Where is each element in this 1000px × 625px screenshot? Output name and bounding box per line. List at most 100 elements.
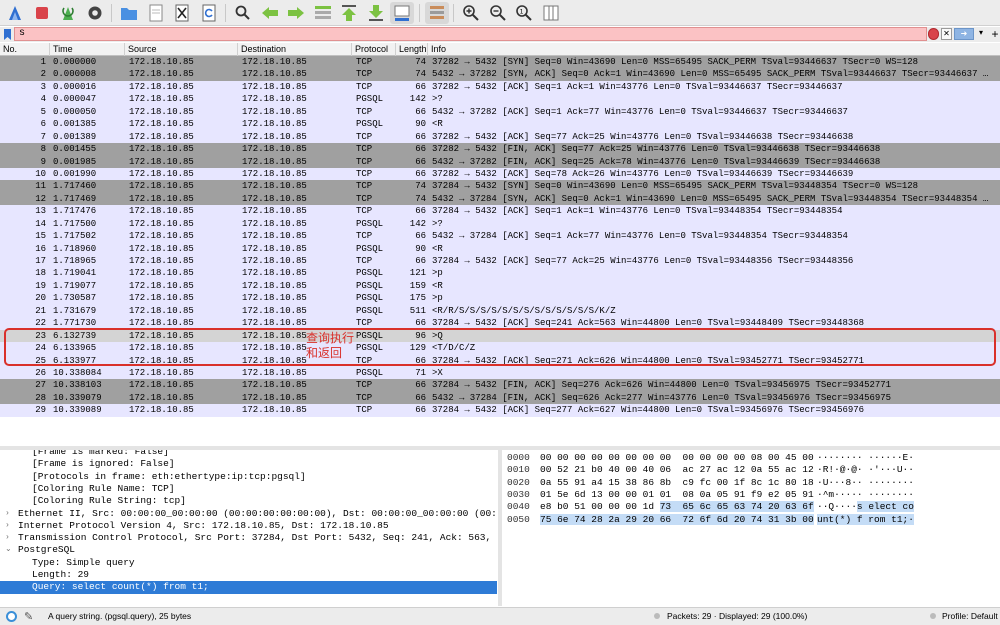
profile-label[interactable]: Profile: Default — [942, 608, 998, 625]
zoom-in-icon[interactable] — [459, 2, 483, 24]
column-header-no[interactable]: No. — [0, 43, 50, 56]
ascii-plain: ··Q···· — [817, 501, 857, 513]
go-to-packet-icon[interactable] — [311, 2, 335, 24]
detail-tree-item[interactable]: › Transmission Control Protocol, Src Port… — [0, 532, 497, 544]
annotation-label: 查询执行和返回 — [306, 331, 355, 360]
packet-protocol: TCP — [356, 81, 373, 92]
expand-arrow-icon[interactable]: › — [5, 532, 10, 544]
hex-row[interactable]: 0030 01 5e 6d 13 00 00 01 01 08 0a 05 91 … — [502, 489, 1000, 501]
bookmark-icon[interactable] — [0, 28, 14, 42]
detail-tree-item[interactable]: [Coloring Rule Name: TCP] — [0, 483, 497, 495]
column-header-length[interactable]: Length — [396, 43, 428, 56]
stop-square-icon[interactable] — [30, 2, 54, 24]
detail-tree-item[interactable]: ⌄ PostgreSQL — [0, 544, 497, 556]
colorize-icon[interactable] — [424, 1, 449, 24]
restart-capture-icon[interactable] — [56, 2, 80, 24]
packet-list[interactable]: No. Time Source Destination Protocol Len… — [0, 43, 1000, 435]
packet-row[interactable]: 2 0.000008 172.18.10.85 172.18.10.85 TCP 74 54… — [0, 68, 1000, 81]
detail-tree-item[interactable]: › Internet Protocol Version 4, Src: 172.1… — [0, 520, 497, 532]
packet-time: 1.719041 — [53, 268, 97, 279]
packet-row[interactable]: 11 1.717460 172.18.10.85 172.18.10.85 TCP 74 3… — [0, 180, 1000, 193]
packet-row[interactable]: 10 0.001990 172.18.10.85 172.18.10.85 TCP 66 3… — [0, 167, 1000, 181]
packet-row[interactable]: 19 1.719077 172.18.10.85 172.18.10.85 PGSQL 1… — [0, 279, 1000, 293]
apply-filter-arrow-icon[interactable]: ➜ — [954, 28, 974, 40]
packet-length: 66 — [415, 256, 426, 266]
packet-row[interactable]: 21 1.731679 172.18.10.85 172.18.10.85 PGSQL 5… — [0, 304, 1000, 318]
packet-row[interactable]: 9 0.001985 172.18.10.85 172.18.10.85 TCP 66 54… — [0, 155, 1000, 168]
save-file-icon[interactable] — [144, 2, 168, 24]
packet-row[interactable]: 26 10.338084 172.18.10.85 172.18.10.85 PGSQL… — [0, 366, 1000, 380]
column-header-protocol[interactable]: Protocol — [352, 43, 396, 56]
hex-row[interactable]: 0010 00 52 21 b0 40 00 40 06 ac 27 ac 12 … — [502, 464, 1000, 476]
collapse-arrow-icon[interactable]: ⌄ — [5, 544, 12, 556]
reload-file-icon[interactable] — [197, 2, 221, 24]
packet-row[interactable]: 28 10.339079 172.18.10.85 172.18.10.85 TCP 66… — [0, 391, 1000, 405]
close-icon[interactable]: ✕ — [941, 28, 952, 40]
status-bar: ✎ A query string. (pgsql.query), 25 byte… — [0, 607, 1000, 625]
detail-tree-item[interactable]: [Frame is ignored: False] — [0, 458, 497, 470]
expand-arrow-icon[interactable]: › — [5, 520, 10, 532]
column-header-source[interactable]: Source — [125, 43, 238, 56]
hex-row[interactable]: 0040 e8 b0 51 00 00 00 1d 73 65 6c 65 63 … — [502, 501, 1000, 513]
shark-fin-start-icon[interactable] — [3, 2, 27, 24]
zoom-out-icon[interactable] — [486, 2, 510, 24]
hex-row[interactable]: 0050 75 6e 74 28 2a 29 20 66 72 6f 6d 20 … — [502, 513, 1000, 526]
packet-bytes-pane[interactable]: 0000 00 00 00 00 00 00 00 00 00 00 00 00 … — [502, 450, 1000, 606]
packet-row[interactable]: 27 10.338103 172.18.10.85 172.18.10.85 TCP 66… — [0, 379, 1000, 392]
go-last-icon[interactable] — [364, 2, 388, 24]
detail-tree-item[interactable]: Length: 29 — [0, 569, 497, 581]
packet-details-tree[interactable]: [Frame is marked: False] [Frame is ignore… — [0, 450, 497, 606]
packet-row[interactable]: 16 1.718960 172.18.10.85 172.18.10.85 PGSQL 9… — [0, 242, 1000, 255]
detail-tree-item[interactable]: [Protocols in frame: eth:ethertype:ip:tc… — [0, 471, 497, 483]
go-back-icon[interactable] — [258, 2, 282, 24]
packet-source: 172.18.10.85 — [129, 305, 194, 316]
packet-row[interactable]: 7 0.001389 172.18.10.85 172.18.10.85 TCP 66 37… — [0, 130, 1000, 144]
recent-filters-dropdown-icon[interactable]: ▾ — [976, 28, 986, 40]
add-filter-button[interactable]: + — [988, 27, 1000, 41]
packet-row[interactable]: 8 0.001455 172.18.10.85 172.18.10.85 TCP 66 37… — [0, 143, 1000, 156]
profile-indicator-icon — [930, 613, 936, 619]
normal-size-icon[interactable]: 1 — [512, 2, 536, 24]
detail-tree-item[interactable]: › Ethernet II, Src: 00:00:00_00:00:00 (00… — [0, 508, 497, 520]
packet-source: 172.18.10.85 — [129, 168, 194, 179]
auto-scroll-icon[interactable] — [390, 1, 414, 24]
packet-row[interactable]: 18 1.719041 172.18.10.85 172.18.10.85 PGSQL 1… — [0, 267, 1000, 280]
go-forward-icon[interactable] — [284, 2, 308, 24]
go-first-icon[interactable] — [337, 2, 361, 24]
packet-protocol: TCP — [356, 181, 373, 192]
detail-tree-item[interactable]: Query: select count(*) from t1; — [0, 581, 497, 594]
packet-destination: 172.18.10.85 — [242, 69, 307, 80]
packet-length: 66 — [415, 168, 426, 179]
hex-row[interactable]: 0000 00 00 00 00 00 00 00 00 00 00 00 00 … — [502, 452, 1000, 464]
packet-row[interactable]: 4 0.000047 172.18.10.85 172.18.10.85 PGSQL 14… — [0, 93, 1000, 106]
detail-tree-item[interactable]: Type: Simple query — [0, 557, 497, 569]
packet-row[interactable]: 15 1.717502 172.18.10.85 172.18.10.85 TCP 66 5… — [0, 230, 1000, 243]
clear-filter-icon[interactable] — [928, 28, 939, 40]
packet-row[interactable]: 1 0.000000 172.18.10.85 172.18.10.85 TCP 74 37… — [0, 56, 1000, 69]
detail-tree-item[interactable]: [Frame is marked: False] — [0, 450, 497, 458]
packet-row[interactable]: 20 1.730587 172.18.10.85 172.18.10.85 PGSQL 1… — [0, 292, 1000, 305]
packet-row[interactable]: 6 0.001385 172.18.10.85 172.18.10.85 PGSQL 90… — [0, 118, 1000, 131]
column-header-info[interactable]: Info — [428, 43, 1000, 56]
expand-arrow-icon[interactable]: › — [5, 508, 10, 520]
packet-row[interactable]: 17 1.718965 172.18.10.85 172.18.10.85 TCP 66 3… — [0, 255, 1000, 268]
packet-length: 66 — [415, 206, 426, 217]
packet-row[interactable]: 3 0.000016 172.18.10.85 172.18.10.85 TCP 66 37… — [0, 80, 1000, 94]
open-folder-icon[interactable] — [117, 2, 141, 24]
edit-comment-icon[interactable]: ✎ — [24, 609, 33, 625]
detail-tree-item[interactable]: [Coloring Rule String: tcp] — [0, 495, 497, 507]
packet-row[interactable]: 29 10.339089 172.18.10.85 172.18.10.85 TCP 66… — [0, 404, 1000, 417]
packet-row[interactable]: 12 1.717469 172.18.10.85 172.18.10.85 TCP 74 5… — [0, 192, 1000, 206]
column-header-destination[interactable]: Destination — [238, 43, 352, 56]
find-packet-icon[interactable] — [231, 2, 255, 24]
packet-row[interactable]: 5 0.000050 172.18.10.85 172.18.10.85 TCP 66 54… — [0, 105, 1000, 119]
display-filter-input[interactable]: s — [14, 27, 927, 41]
resize-columns-icon[interactable] — [539, 2, 563, 24]
close-file-icon[interactable] — [170, 2, 194, 24]
expert-info-icon[interactable] — [6, 611, 17, 622]
packet-row[interactable]: 13 1.717476 172.18.10.85 172.18.10.85 TCP 66 3… — [0, 205, 1000, 218]
column-header-time[interactable]: Time — [50, 43, 125, 56]
hex-row[interactable]: 0020 0a 55 91 a4 15 38 86 8b c9 fc 00 1f … — [502, 477, 1000, 489]
packet-row[interactable]: 14 1.717500 172.18.10.85 172.18.10.85 PGSQL 1… — [0, 217, 1000, 231]
capture-options-gear-icon[interactable] — [83, 2, 107, 24]
